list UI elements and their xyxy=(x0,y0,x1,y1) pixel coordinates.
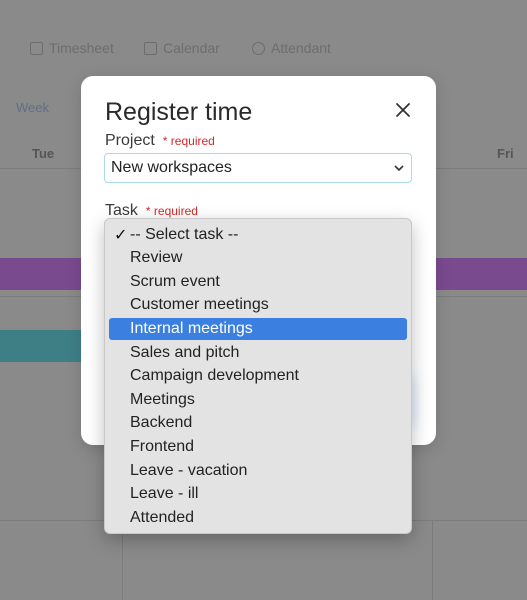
dropdown-option[interactable]: Backend xyxy=(109,412,407,434)
option-label: Scrum event xyxy=(130,273,220,290)
option-label: Sales and pitch xyxy=(130,344,240,361)
task-dropdown-list: ✓ -- Select task -- Review Scrum event C… xyxy=(104,218,412,534)
divider xyxy=(432,520,433,600)
day-header: Tue xyxy=(32,146,55,161)
dropdown-option[interactable]: Meetings xyxy=(109,389,407,411)
top-navigation: Timesheet Calendar Attendant xyxy=(0,28,527,68)
project-label: Project xyxy=(105,132,155,149)
nav-item-calendar[interactable]: Calendar xyxy=(144,40,220,56)
grid-icon xyxy=(30,41,43,55)
dropdown-option[interactable]: Sales and pitch xyxy=(109,342,407,364)
required-marker: * required xyxy=(145,204,198,218)
calendar-icon xyxy=(144,41,157,55)
modal-title: Register time xyxy=(105,98,253,126)
option-label: Leave - ill xyxy=(130,485,199,502)
dropdown-option[interactable]: Campaign development xyxy=(109,365,407,387)
dropdown-option[interactable]: Attended xyxy=(109,507,407,529)
dropdown-option[interactable]: Leave - vacation xyxy=(109,460,407,482)
checkmark-icon: ✓ xyxy=(114,227,128,244)
close-button[interactable] xyxy=(391,98,415,122)
project-select[interactable]: New workspaces xyxy=(104,153,412,183)
nav-label: Timesheet xyxy=(49,40,114,56)
option-label: Frontend xyxy=(130,438,195,455)
option-label: Meetings xyxy=(130,391,195,408)
option-label: Leave - vacation xyxy=(130,462,248,479)
nav-item-attendant[interactable]: Attendant xyxy=(252,40,331,56)
option-label: Internal meetings xyxy=(130,320,253,337)
clock-icon xyxy=(252,41,265,55)
dropdown-option[interactable]: Customer meetings xyxy=(109,294,407,316)
project-field-label: Project * required xyxy=(105,132,215,150)
dropdown-option[interactable]: Leave - ill xyxy=(109,483,407,505)
dropdown-option-highlighted[interactable]: Internal meetings xyxy=(109,318,407,340)
option-label: Attended xyxy=(130,509,195,526)
project-select-value: New workspaces xyxy=(111,159,232,176)
option-label: Customer meetings xyxy=(130,296,269,313)
nav-label: Attendant xyxy=(271,40,331,56)
close-icon xyxy=(396,103,410,117)
dropdown-option[interactable]: ✓ -- Select task -- xyxy=(109,224,407,246)
required-marker: * required xyxy=(162,134,215,148)
option-label: Backend xyxy=(130,414,193,431)
chevron-down-icon xyxy=(394,165,404,172)
week-selector[interactable]: Week xyxy=(16,100,49,115)
nav-item-timesheet[interactable]: Timesheet xyxy=(0,40,114,56)
dropdown-option[interactable]: Frontend xyxy=(109,436,407,458)
nav-label: Calendar xyxy=(163,40,220,56)
option-label: Campaign development xyxy=(130,367,299,384)
option-label: Review xyxy=(130,249,183,266)
day-header: Fri xyxy=(497,146,514,161)
dropdown-option[interactable]: Review xyxy=(109,247,407,269)
option-label: -- Select task -- xyxy=(130,226,239,243)
dropdown-option[interactable]: Scrum event xyxy=(109,271,407,293)
